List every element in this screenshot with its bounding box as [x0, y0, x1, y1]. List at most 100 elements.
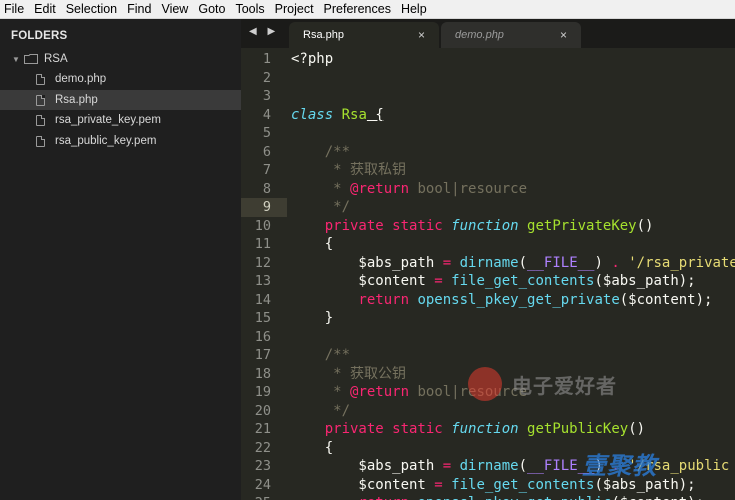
file-label: rsa_private_key.pem — [55, 114, 161, 126]
file-icon — [36, 135, 45, 147]
menu-item-find[interactable]: Find — [123, 0, 157, 18]
watermark-secondary: 壹聚教 — [582, 453, 657, 480]
code-token: class — [291, 106, 334, 123]
tab-demo-php[interactable]: demo.php × — [441, 22, 581, 48]
code-token: file_get_contents — [451, 476, 595, 493]
menu-item-edit[interactable]: Edit — [30, 0, 62, 18]
line-number: 25 — [241, 494, 271, 500]
tab-nav-arrows[interactable]: ◀ ▶ — [249, 26, 279, 37]
code-token: * — [291, 384, 351, 400]
line-number: 14 — [254, 291, 271, 308]
file-label: rsa_public_key.pem — [55, 134, 157, 147]
code-line[interactable]: 11 { — [241, 235, 735, 254]
menu-item-project[interactable]: Project — [271, 0, 320, 18]
sidebar: FOLDERS ▼ RSA demo.php Rsa.php rsa_private… — [0, 19, 241, 500]
tab-bar: ◀ ▶ Rsa.php × demo.php × — [241, 19, 735, 48]
code-token: { — [291, 439, 334, 456]
code-text: } — [291, 309, 333, 328]
code-line[interactable]: 21 private static function getPublicKey(… — [241, 420, 735, 439]
code-text: /** — [291, 143, 350, 162]
code-token: openssl_pkey_get_public — [417, 495, 611, 500]
code-line[interactable]: 10 private static function getPrivateKey… — [241, 217, 735, 236]
code-text: { — [291, 439, 333, 458]
code-token: */ — [291, 199, 351, 215]
code-token: = — [434, 273, 443, 289]
code-token: function — [451, 421, 519, 437]
code-line[interactable]: 12 $abs_path = dirname(__FILE__) . '/rsa… — [241, 254, 735, 273]
line-number: 9 — [241, 198, 271, 217]
code-text: $abs_path = dirname(__FILE__) . '/rsa_pr… — [291, 254, 735, 273]
code-line[interactable]: 9 */ — [241, 198, 735, 217]
menu-item-selection[interactable]: Selection — [62, 0, 123, 18]
close-icon[interactable]: × — [560, 28, 567, 42]
code-line[interactable]: 6 /** — [241, 143, 735, 162]
code-text: */ — [291, 198, 350, 217]
code-token: Rsa — [341, 106, 367, 123]
code-token: $abs_path — [291, 458, 443, 474]
code-text: class Rsa { — [291, 106, 384, 125]
line-number: 2 — [262, 69, 271, 86]
line-number: 16 — [254, 328, 271, 345]
watermark: 电子爱好者 — [468, 367, 617, 401]
code-token: ( — [518, 254, 528, 271]
code-text: * @return bool|resource — [291, 180, 527, 199]
menu-item-view[interactable]: View — [157, 0, 194, 18]
menu-item-file[interactable]: File — [0, 0, 30, 18]
code-line[interactable]: 3 — [241, 87, 735, 106]
code-line[interactable]: 16 — [241, 328, 735, 347]
code-line[interactable]: 24 $content = file_get_contents($abs_pat… — [241, 476, 735, 495]
line-number: 23 — [254, 458, 271, 474]
code-line[interactable]: 23 $abs_path = dirname(__FILE__) . '/rsa… — [241, 457, 735, 476]
code-token: = — [442, 254, 452, 271]
menu-item-tools[interactable]: Tools — [231, 0, 270, 18]
code-editor[interactable]: 1 <?php 2 3 4 class Rsa {5 6 /** 7 * 获取私钥 8 * @r… — [241, 48, 735, 500]
chevron-down-icon[interactable]: ▼ — [12, 55, 20, 64]
code-line[interactable]: 13 $content = file_get_contents($abs_pat… — [241, 272, 735, 291]
file-icon — [36, 115, 45, 126]
code-line[interactable]: 2 — [241, 69, 735, 88]
file-item[interactable]: rsa_private_key.pem — [0, 110, 241, 130]
code-line[interactable]: 17 /** — [241, 346, 735, 365]
code-line[interactable]: 15 } — [241, 309, 735, 328]
code-line[interactable]: 1 <?php — [241, 50, 735, 69]
code-line[interactable]: 8 * @return bool|resource — [241, 180, 735, 199]
file-item[interactable]: Rsa.php — [0, 89, 241, 110]
line-number: 8 — [262, 180, 271, 197]
line-number: 11 — [254, 236, 271, 252]
line-number: 1 — [262, 51, 271, 67]
line-number: 6 — [262, 143, 271, 160]
file-item[interactable]: rsa_public_key.pem — [0, 131, 241, 151]
menu-item-preferences[interactable]: Preferences — [320, 0, 397, 18]
code-token: $content — [291, 273, 435, 289]
close-icon[interactable]: × — [418, 28, 425, 42]
line-number: 21 — [254, 421, 271, 437]
code-line[interactable]: 20 */ — [241, 402, 735, 421]
file-icon — [36, 74, 45, 85]
code-line[interactable]: 22 { — [241, 439, 735, 458]
menu-item-help[interactable]: Help — [397, 0, 433, 18]
code-line[interactable]: 4 class Rsa { — [241, 106, 735, 125]
code-text: * 获取私钥 — [291, 161, 406, 180]
code-line[interactable]: 7 * 获取私钥 — [241, 161, 735, 180]
line-number: 19 — [254, 384, 271, 400]
code-line[interactable]: 14 return openssl_pkey_get_private($cont… — [241, 291, 735, 310]
folder-rsa[interactable]: ▼ RSA — [0, 49, 241, 69]
file-item[interactable]: demo.php — [0, 69, 241, 89]
code-token: ($content); — [611, 495, 704, 500]
line-number: 12 — [254, 254, 271, 271]
tab-rsa-php[interactable]: Rsa.php × — [289, 22, 439, 48]
code-text: return openssl_pkey_get_private($content… — [291, 291, 712, 310]
code-line[interactable]: 5 — [241, 124, 735, 143]
code-token: /** — [291, 347, 351, 363]
code-line[interactable]: 25 return openssl_pkey_get_public($conte… — [241, 494, 735, 500]
code-token: @return — [350, 180, 410, 197]
code-token: '/rsa_private — [628, 254, 735, 271]
code-text: private static function getPrivateKey() — [291, 217, 654, 236]
line-number: 22 — [254, 439, 271, 456]
menu-item-goto[interactable]: Goto — [194, 0, 231, 18]
